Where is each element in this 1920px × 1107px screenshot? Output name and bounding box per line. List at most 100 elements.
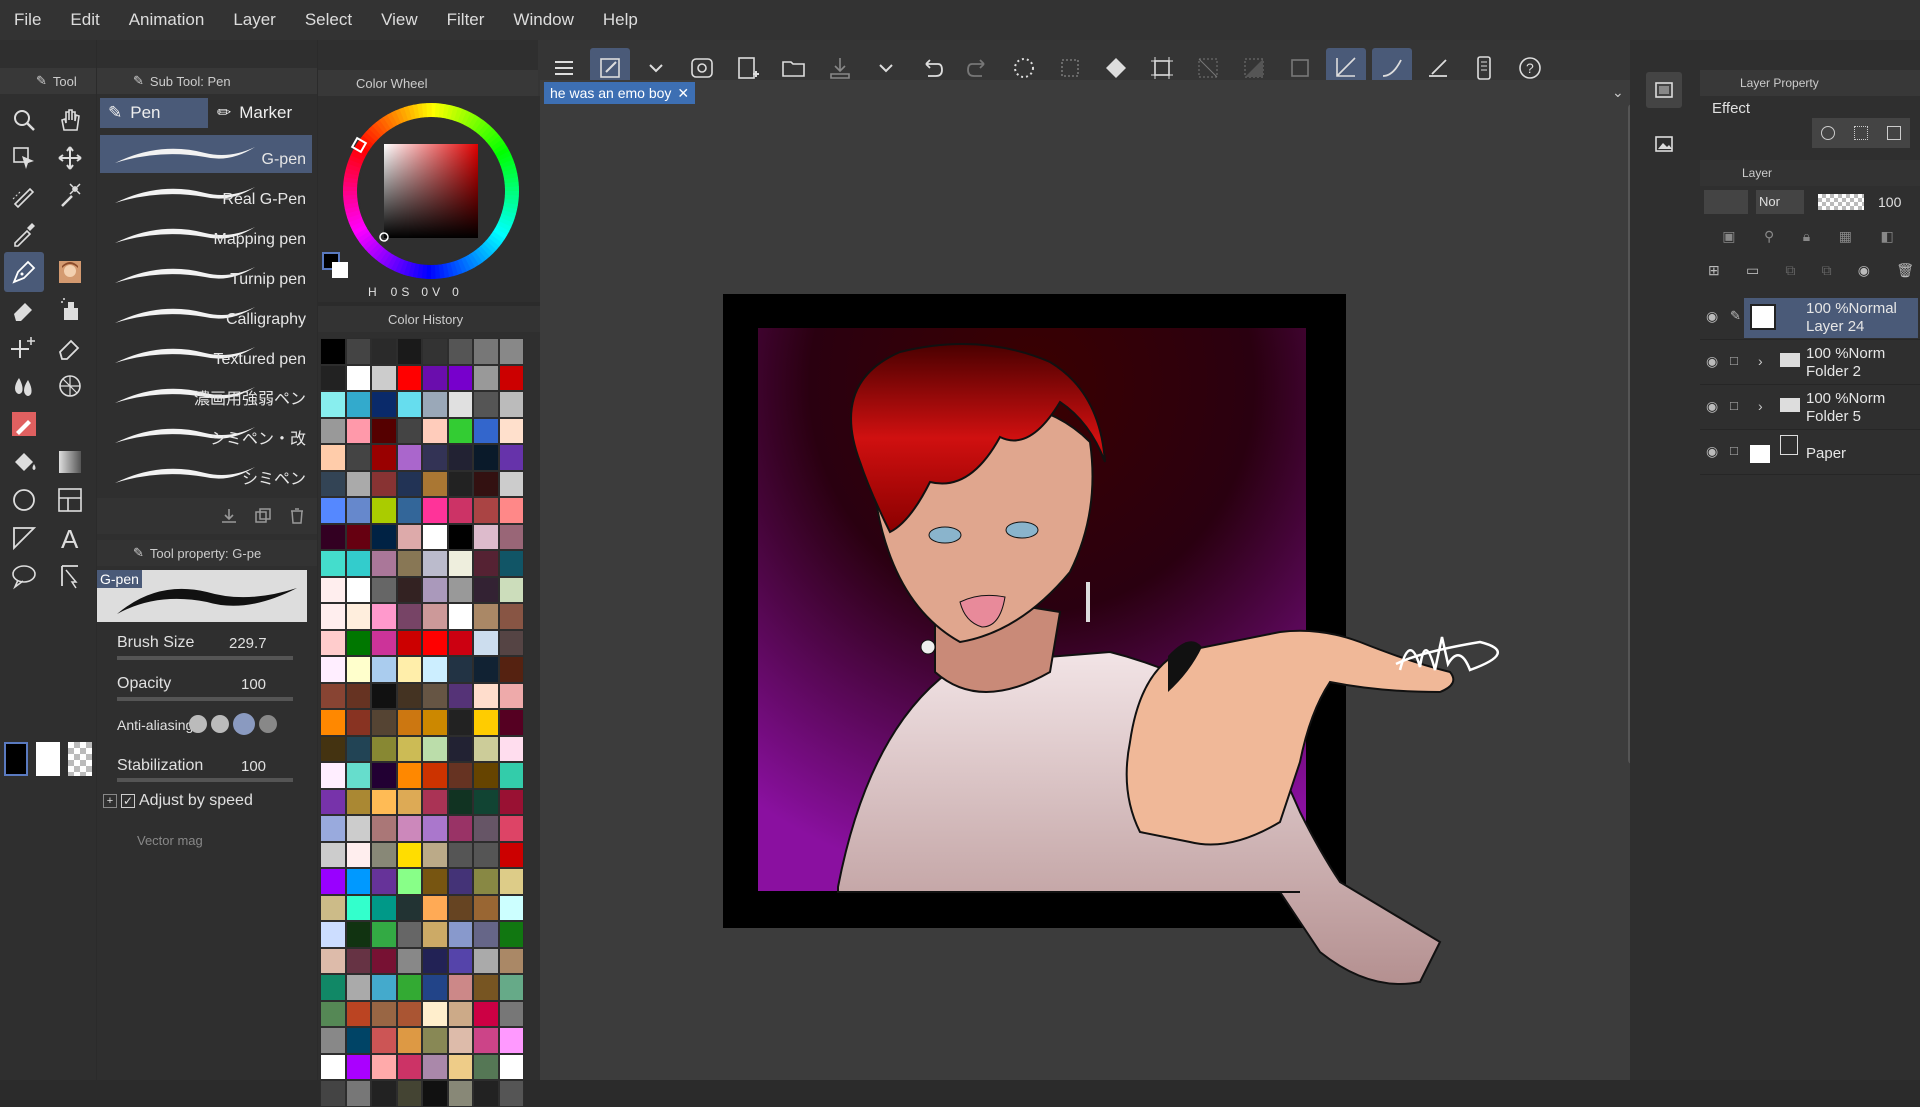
eyedropper-tool-button[interactable] (4, 214, 44, 254)
new-layer-icon[interactable]: ⊞ (1708, 262, 1720, 286)
color-swatch[interactable] (498, 894, 524, 921)
opacity-slider[interactable] (117, 697, 293, 701)
color-swatch[interactable] (422, 497, 448, 524)
color-swatch[interactable] (320, 364, 346, 391)
balloon-tool-button[interactable] (4, 556, 44, 596)
zoom-tool-button[interactable] (4, 100, 44, 140)
color-swatch[interactable] (320, 682, 346, 709)
color-swatch[interactable] (320, 629, 346, 656)
menu-view[interactable]: View (381, 10, 418, 30)
color-swatch[interactable] (422, 364, 448, 391)
color-swatch[interactable] (345, 682, 371, 709)
ruler-tool-button[interactable] (4, 518, 44, 558)
layer-blend-swatch[interactable] (1704, 190, 1748, 214)
color-swatch[interactable] (498, 364, 524, 391)
pen-item[interactable]: G-pen (100, 135, 312, 173)
navigator-button[interactable] (1646, 72, 1682, 108)
menu-help[interactable]: Help (603, 10, 638, 30)
color-swatch[interactable] (371, 444, 397, 471)
color-swatch[interactable] (371, 894, 397, 921)
color-swatch[interactable] (371, 603, 397, 630)
tone-effect-icon[interactable] (1853, 126, 1868, 140)
color-swatch[interactable] (498, 709, 524, 736)
lock-icon[interactable]: 🔒︎ (1803, 228, 1810, 252)
expand-arrow-icon[interactable]: › (1758, 353, 1763, 369)
color-swatch[interactable] (320, 576, 346, 603)
gradient-tool-button[interactable] (50, 442, 90, 482)
color-swatch[interactable] (396, 523, 422, 550)
color-swatch[interactable] (396, 735, 422, 762)
close-icon[interactable]: ✕ (677, 85, 689, 102)
color-swatch[interactable] (320, 974, 346, 1001)
h-value[interactable]: 0 (391, 285, 398, 299)
layer-row[interactable]: ◉ ✎ 100 %Normal Layer 24 (1700, 296, 1920, 340)
adjust-speed-checkbox[interactable]: ✓ (121, 794, 135, 808)
color-swatch[interactable] (371, 815, 397, 842)
color-swatch[interactable] (345, 921, 371, 948)
blend-tool-button[interactable] (4, 366, 44, 406)
color-swatch[interactable] (371, 656, 397, 683)
aa-strong-option[interactable] (259, 715, 277, 733)
color-swatch[interactable] (447, 523, 473, 550)
menu-file[interactable]: File (14, 10, 41, 30)
pen-item[interactable]: シミペン・改 (100, 415, 312, 453)
color-swatch[interactable] (396, 444, 422, 471)
color-swatch[interactable] (422, 656, 448, 683)
brush-size-slider[interactable] (117, 656, 293, 660)
color-swatch[interactable] (447, 735, 473, 762)
color-swatch[interactable] (473, 1027, 499, 1054)
brush-size-value[interactable]: 229.7 (229, 635, 267, 652)
sub-color-chip[interactable] (36, 742, 60, 776)
color-swatch[interactable] (371, 1080, 397, 1107)
color-swatch[interactable] (396, 974, 422, 1001)
mask-icon[interactable]: ◧ (1881, 228, 1894, 252)
pen-item[interactable]: Calligraphy (100, 295, 312, 333)
color-swatch[interactable] (320, 497, 346, 524)
color-swatch[interactable] (396, 682, 422, 709)
color-swatch[interactable] (447, 709, 473, 736)
color-swatch[interactable] (396, 603, 422, 630)
color-swatch[interactable] (396, 709, 422, 736)
figure-tool-button[interactable] (50, 366, 90, 406)
color-swatch[interactable] (320, 338, 346, 365)
mask-layer-icon[interactable]: ◉ (1858, 262, 1870, 286)
color-swatch[interactable] (422, 947, 448, 974)
color-swatch[interactable] (371, 523, 397, 550)
color-swatch[interactable] (447, 974, 473, 1001)
color-swatch[interactable] (345, 364, 371, 391)
color-swatch[interactable] (396, 338, 422, 365)
airbrush-tool-button[interactable] (50, 290, 90, 330)
color-swatch[interactable] (320, 656, 346, 683)
color-swatch[interactable] (473, 788, 499, 815)
color-swatch[interactable] (345, 417, 371, 444)
color-swatch[interactable] (422, 1000, 448, 1027)
color-swatch[interactable] (396, 629, 422, 656)
color-swatch[interactable] (320, 1027, 346, 1054)
color-swatch[interactable] (371, 1053, 397, 1080)
ruler-pen-button[interactable] (4, 404, 44, 444)
color-swatch[interactable] (447, 1000, 473, 1027)
color-swatch[interactable] (498, 868, 524, 895)
color-swatch[interactable] (473, 576, 499, 603)
color-swatch[interactable] (320, 1000, 346, 1027)
layer-row[interactable]: ◉ □ Paper (1700, 431, 1920, 475)
color-swatch[interactable] (320, 523, 346, 550)
artwork-canvas[interactable] (720, 292, 1540, 992)
color-swatch[interactable] (345, 709, 371, 736)
color-swatch[interactable] (473, 815, 499, 842)
color-swatch[interactable] (396, 364, 422, 391)
color-swatch[interactable] (396, 550, 422, 577)
color-swatch[interactable] (473, 921, 499, 948)
menu-filter[interactable]: Filter (447, 10, 485, 30)
tab-pen[interactable]: ✎ Pen (100, 98, 208, 128)
color-swatch[interactable] (447, 550, 473, 577)
color-swatch[interactable] (447, 497, 473, 524)
color-swatch[interactable] (345, 523, 371, 550)
color-swatch[interactable] (320, 735, 346, 762)
color-swatch[interactable] (447, 1053, 473, 1080)
pen-item[interactable]: Textured pen (100, 335, 312, 373)
color-swatch[interactable] (345, 629, 371, 656)
color-swatch[interactable] (422, 921, 448, 948)
color-swatch[interactable] (320, 921, 346, 948)
eraser-alt-button[interactable] (50, 328, 90, 368)
